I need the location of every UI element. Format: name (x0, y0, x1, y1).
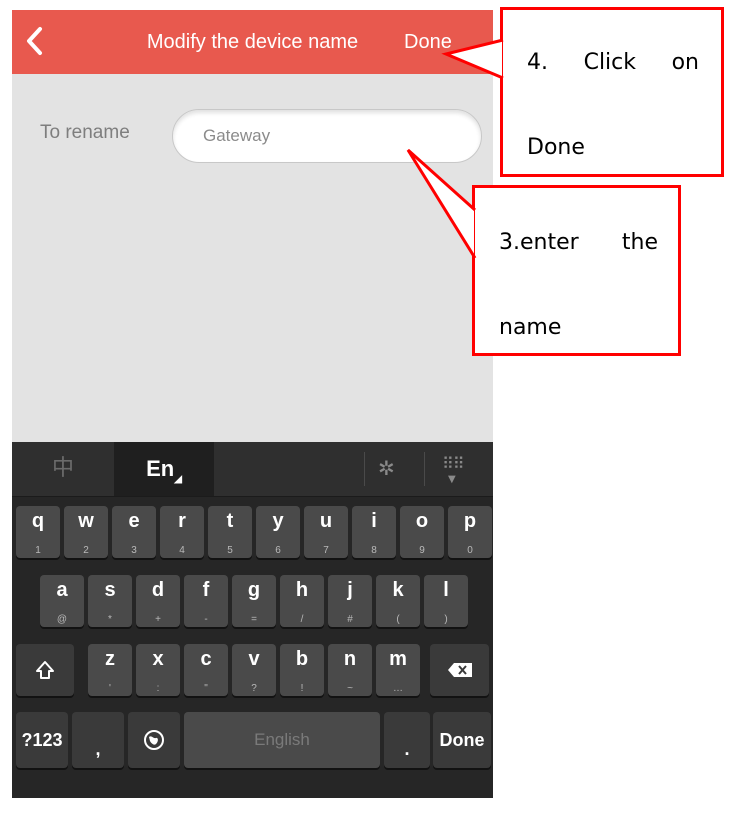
callout-pointers (406, 38, 504, 259)
